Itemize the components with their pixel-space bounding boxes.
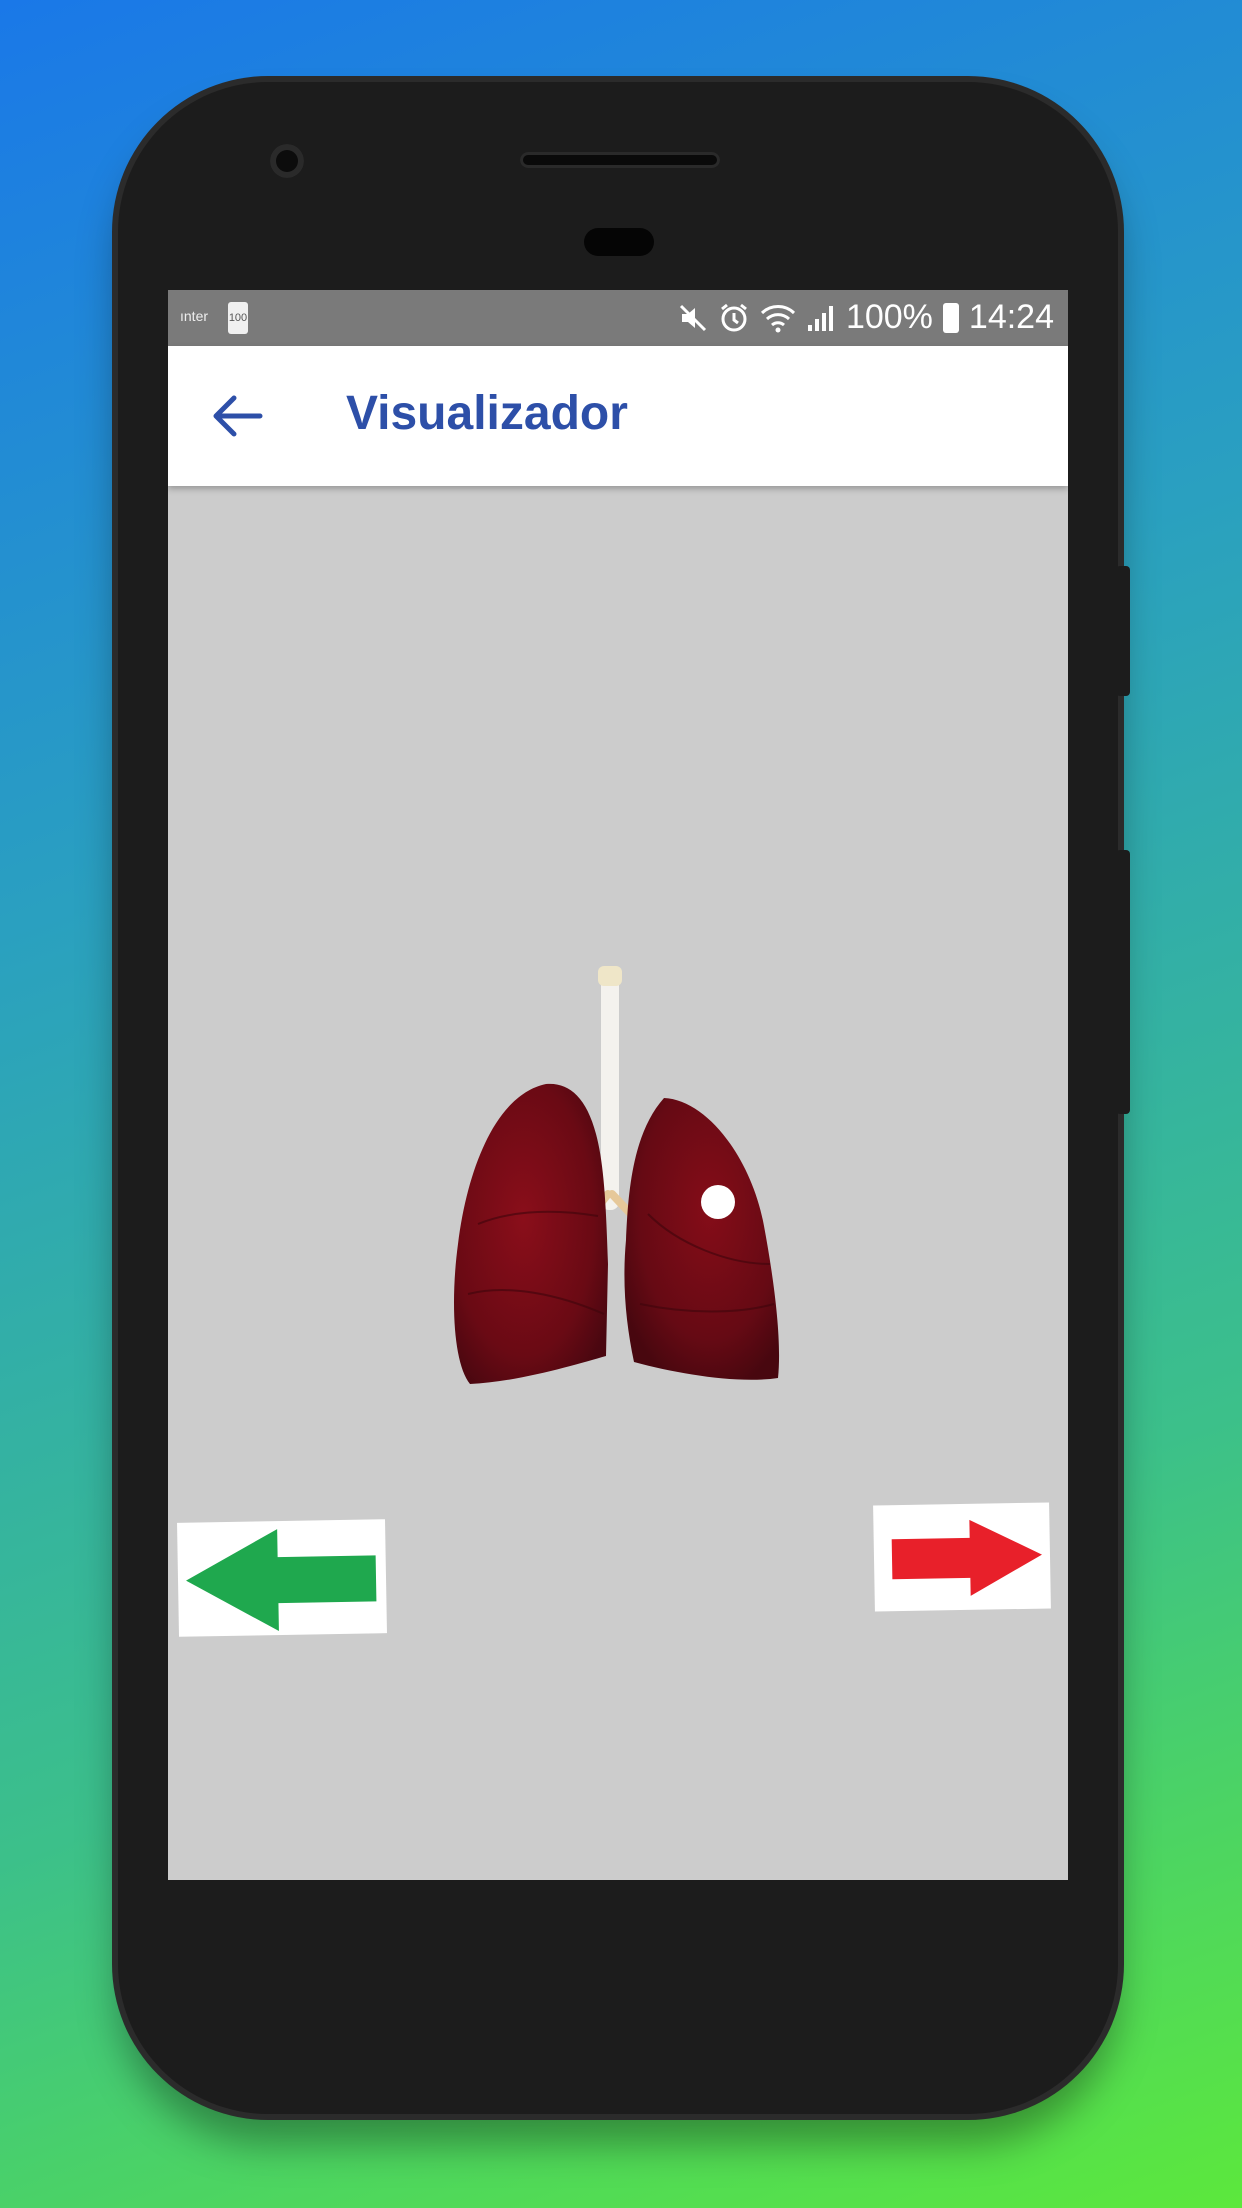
power-button — [1116, 566, 1130, 696]
phone-screen: ınter 100 100% 14:24 Visualizador — [168, 290, 1068, 1880]
model-viewer[interactable]: VR — [168, 486, 1068, 1880]
trachea — [601, 970, 619, 1210]
small-battery-icon: 100 — [228, 302, 248, 334]
battery-percent: 100% — [845, 298, 933, 336]
right-lung — [624, 1098, 780, 1380]
battery-icon — [942, 302, 959, 333]
left-lung — [454, 1083, 608, 1384]
earpiece-speaker — [520, 152, 720, 168]
previous-button[interactable] — [177, 1519, 387, 1637]
front-camera — [270, 144, 304, 178]
clock: 14:24 — [968, 298, 1054, 336]
next-button[interactable] — [873, 1502, 1051, 1612]
arrow-back-icon — [213, 395, 263, 437]
lungs-3d-model[interactable] — [408, 964, 828, 1404]
app-bar: Visualizador — [168, 346, 1068, 486]
mute-icon — [679, 304, 706, 331]
proximity-sensor — [584, 228, 654, 256]
back-button[interactable] — [208, 390, 268, 442]
status-bar: ınter 100 100% 14:24 — [168, 290, 1068, 346]
status-icons: 100% 14:24 — [678, 298, 1054, 337]
volume-button — [1116, 850, 1130, 1114]
signal-icon — [807, 305, 833, 331]
wifi-icon — [760, 304, 795, 332]
page-title: Visualizador — [346, 387, 628, 440]
hotspot-marker[interactable] — [701, 1185, 735, 1219]
carrier-label: ınter — [180, 308, 209, 324]
alarm-icon — [721, 303, 747, 331]
arrow-left-icon — [186, 1529, 377, 1632]
arrow-right-icon — [891, 1519, 1042, 1596]
